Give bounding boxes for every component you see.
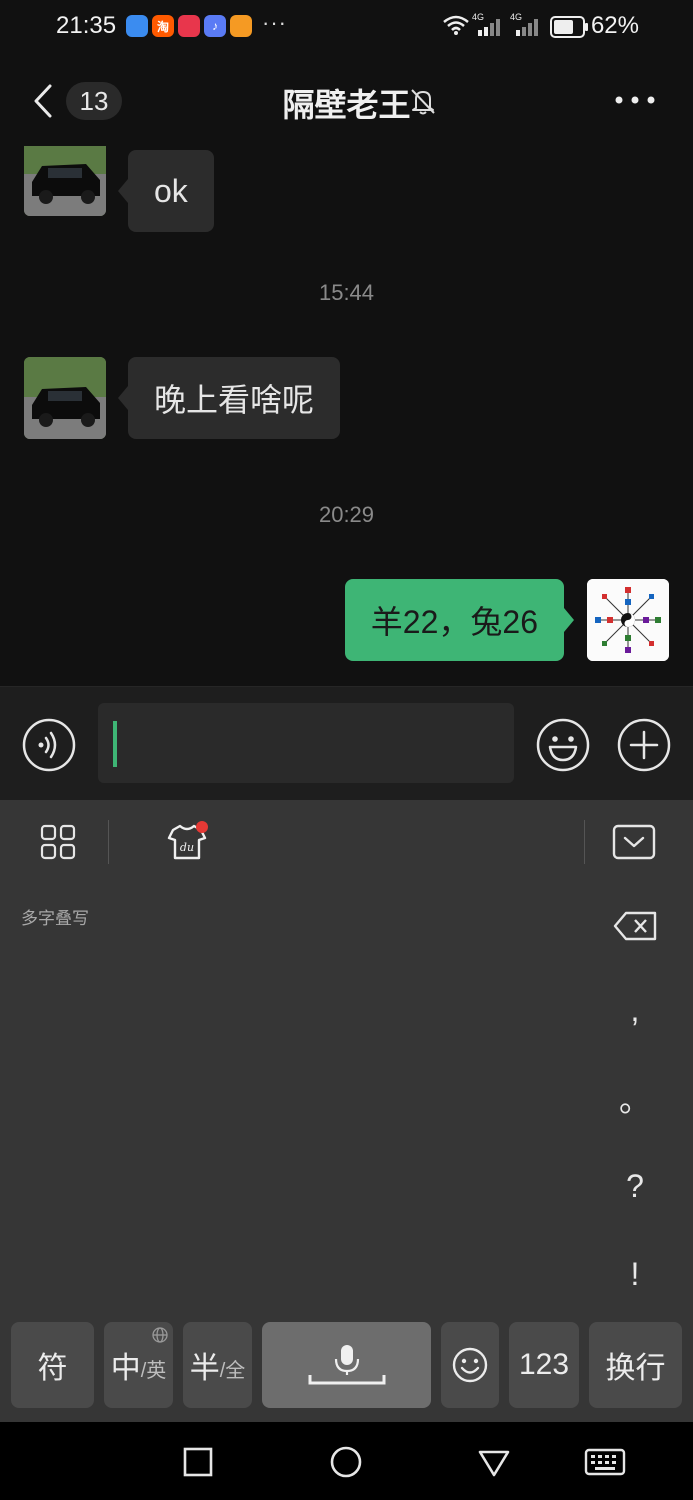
- width-sub-label: /全: [219, 1359, 246, 1382]
- more-options-icon[interactable]: [613, 92, 657, 108]
- ime-keyboard: du 多字叠写 , 。 ? ! 符 中/英 半/全 123 换行: [0, 800, 693, 1422]
- microphone-icon: [308, 1345, 385, 1385]
- home-circle-icon[interactable]: [328, 1444, 364, 1480]
- reader-icon: [178, 15, 200, 37]
- taiji-pattern-icon: [587, 579, 669, 661]
- language-switch-key[interactable]: 中/英: [104, 1322, 173, 1408]
- more-notifications-indicator: ···: [262, 10, 287, 35]
- message-list[interactable]: ok 15:44 晚上看啥呢 20:29 羊22，兔26: [0, 146, 693, 686]
- car-photo-icon: [24, 357, 106, 439]
- baidu-skin-icon[interactable]: du: [164, 820, 210, 864]
- signal-1-icon: [478, 19, 500, 36]
- shop-icon: [230, 15, 252, 37]
- collapse-keyboard-icon[interactable]: [612, 824, 656, 860]
- browser-icon: [126, 15, 148, 37]
- car-photo-icon: [24, 146, 106, 216]
- question-key[interactable]: ?: [600, 1156, 670, 1216]
- system-navigation-bar: [0, 1422, 693, 1500]
- message-timestamp: 15:44: [318, 280, 375, 305]
- backspace-icon[interactable]: [612, 910, 658, 942]
- received-message-bubble[interactable]: 晚上看啥呢: [117, 357, 341, 439]
- mute-bell-icon: [411, 89, 435, 115]
- notification-app-icons: 淘 ♪: [126, 15, 252, 37]
- comma-key[interactable]: ,: [600, 980, 670, 1040]
- space-voice-key[interactable]: [262, 1322, 431, 1408]
- signal-2-icon: [516, 19, 538, 36]
- back-triangle-icon[interactable]: [476, 1444, 512, 1480]
- my-avatar[interactable]: [587, 579, 669, 661]
- globe-icon: [152, 1327, 168, 1343]
- handwriting-mode-hint: 多字叠写: [21, 909, 89, 928]
- toolbar-divider: [108, 820, 109, 864]
- numbers-key[interactable]: 123: [509, 1322, 579, 1408]
- chat-header: 13 隔壁老王: [0, 56, 693, 146]
- message-timestamp: 20:29: [318, 502, 375, 527]
- keyboard-switch-icon[interactable]: [584, 1444, 626, 1480]
- exclamation-key[interactable]: !: [600, 1244, 670, 1304]
- voice-input-icon[interactable]: [21, 717, 77, 773]
- emoji-icon[interactable]: [535, 717, 591, 773]
- chat-input-bar: [0, 686, 693, 800]
- battery-percentage: 62%: [590, 12, 639, 39]
- sent-message-bubble[interactable]: 羊22，兔26: [344, 579, 575, 661]
- contact-avatar[interactable]: [24, 146, 106, 216]
- width-main-label: 半: [189, 1352, 220, 1385]
- symbol-key[interactable]: 符: [11, 1322, 94, 1408]
- keyboard-bottom-row: 符 中/英 半/全 123 换行: [0, 1322, 693, 1410]
- battery-icon: [550, 16, 588, 38]
- svg-text:du: du: [180, 841, 194, 854]
- keyboard-menu-grid-icon[interactable]: [40, 824, 76, 860]
- status-time: 21:35: [56, 12, 117, 39]
- received-message-bubble[interactable]: ok: [118, 150, 214, 232]
- emoji-key[interactable]: [441, 1322, 499, 1408]
- message-input[interactable]: [98, 703, 514, 783]
- wifi-icon: [443, 15, 469, 35]
- music-icon: ♪: [204, 15, 226, 37]
- language-main-label: 中: [110, 1352, 141, 1385]
- status-bar: 21:35 淘 ♪ ··· 4G 4G 62%: [0, 0, 693, 56]
- period-key[interactable]: 。: [600, 1068, 670, 1128]
- recents-square-icon[interactable]: [180, 1444, 216, 1480]
- half-full-width-key[interactable]: 半/全: [183, 1322, 252, 1408]
- keyboard-toolbar: du: [0, 800, 693, 884]
- taobao-icon: 淘: [152, 15, 174, 37]
- plus-more-icon[interactable]: [616, 717, 672, 773]
- toolbar-divider: [584, 820, 585, 864]
- enter-key[interactable]: 换行: [589, 1322, 682, 1408]
- contact-avatar[interactable]: [24, 357, 106, 439]
- language-sub-label: /英: [140, 1359, 167, 1382]
- smiley-icon: [452, 1347, 488, 1383]
- chat-title: 隔壁老王: [282, 87, 411, 123]
